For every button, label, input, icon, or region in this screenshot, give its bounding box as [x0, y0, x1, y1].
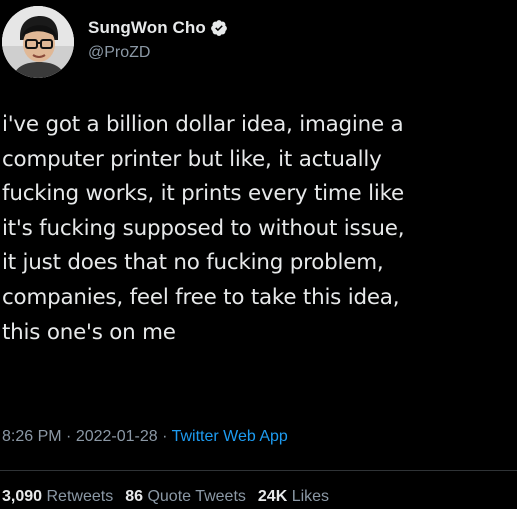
likes-count: 24K	[257, 488, 288, 505]
tweet-text-line: computer printer but like, it actually	[2, 146, 382, 172]
tweet-date[interactable]: 2022-01-28	[76, 428, 158, 445]
author-handle[interactable]: @ProZD	[88, 44, 228, 62]
tweet-time[interactable]: 8:26 PM	[2, 428, 62, 445]
tweet-header: SungWon Cho @ProZD	[2, 6, 502, 78]
author-info: SungWon Cho @ProZD	[88, 16, 228, 62]
divider	[0, 470, 517, 471]
verified-badge-icon	[210, 20, 227, 36]
avatar-image	[2, 6, 74, 78]
retweets-count: 3,090	[2, 488, 43, 505]
retweets-stat[interactable]: 3,090 Retweets	[2, 488, 113, 505]
retweets-label: Retweets	[46, 488, 114, 505]
display-name-row: SungWon Cho	[88, 16, 228, 40]
tweet-text: i've got a billion dollar idea, imagine …	[2, 108, 514, 350]
tweet-text-line: fucking works, it prints every time like	[2, 181, 404, 207]
tweet-meta: 8:26 PM · 2022-01-28 · Twitter Web App	[2, 428, 288, 446]
meta-separator: ·	[157, 428, 172, 445]
tweet-text-line: it just does that no fucking problem,	[2, 250, 384, 276]
quote-tweets-label: Quote Tweets	[147, 488, 246, 505]
avatar[interactable]	[2, 6, 74, 78]
tweet-text-line: companies, feel free to take this idea,	[2, 284, 400, 310]
quote-tweets-stat[interactable]: 86 Quote Tweets	[125, 488, 246, 505]
quote-tweets-count: 86	[125, 488, 143, 505]
tweet-card: SungWon Cho @ProZD i've got a billion do…	[0, 0, 517, 509]
tweet-source-link[interactable]: Twitter Web App	[172, 428, 288, 445]
tweet-text-line: this one's on me	[2, 319, 176, 345]
tweet-text-line: i've got a billion dollar idea, imagine …	[2, 112, 404, 137]
likes-label: Likes	[291, 488, 330, 505]
meta-separator: ·	[61, 428, 76, 445]
likes-stat[interactable]: 24K Likes	[258, 488, 329, 505]
author-display-name[interactable]: SungWon Cho	[88, 18, 206, 38]
tweet-stats: 3,090 Retweets 86 Quote Tweets 24K Likes	[2, 488, 329, 506]
tweet-text-line: it's fucking supposed to without issue,	[2, 215, 405, 241]
